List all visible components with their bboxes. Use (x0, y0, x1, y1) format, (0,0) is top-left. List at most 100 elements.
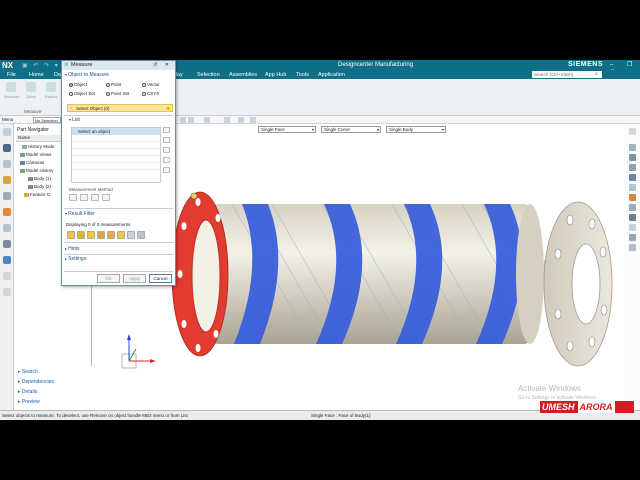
clear-icon[interactable] (163, 167, 170, 173)
menu-assemblies[interactable]: Assemblies (229, 72, 257, 78)
cancel-button[interactable]: Cancel (149, 274, 172, 283)
layers-icon[interactable] (629, 224, 636, 231)
dependencies-panel-link[interactable]: Dependencies (18, 379, 54, 387)
assembly-navigator-icon[interactable] (3, 144, 11, 152)
tree-item[interactable]: Model Views (20, 152, 51, 159)
rotate-icon[interactable] (629, 214, 636, 221)
fit-icon[interactable] (629, 174, 636, 181)
snap-icon[interactable] (238, 117, 244, 123)
arrow-cursor-icon: ↖ (70, 106, 74, 111)
result-filter-header[interactable]: Result Filter (65, 211, 95, 218)
list-header[interactable]: List (69, 117, 80, 124)
display-icon[interactable] (629, 244, 636, 251)
method-icon[interactable] (102, 194, 110, 201)
process-studio-icon[interactable] (3, 256, 11, 264)
search-icon[interactable]: ⌕ (595, 71, 598, 77)
eye-icon[interactable] (629, 234, 636, 241)
tree-item[interactable]: History Mode (22, 144, 55, 151)
plus-icon[interactable]: ✚ (166, 105, 170, 112)
filter-icon[interactable] (67, 231, 75, 239)
filter-icon[interactable] (137, 231, 145, 239)
measure-ribbon-button[interactable]: Measure (4, 82, 20, 108)
clock-icon[interactable] (3, 272, 11, 280)
camera-icon[interactable] (629, 204, 636, 211)
menu-file[interactable]: File (7, 72, 16, 78)
radio-point-set[interactable]: Point Set (106, 91, 129, 97)
remove-icon[interactable] (163, 127, 170, 133)
menu-button[interactable]: Menu (2, 117, 13, 122)
views-icon (20, 152, 25, 157)
system-scene-icon[interactable] (3, 224, 11, 232)
tree-item[interactable]: Body (1) (28, 176, 51, 183)
filter-icon[interactable] (87, 231, 95, 239)
move-down-icon[interactable] (163, 147, 170, 153)
history-icon[interactable] (3, 192, 11, 200)
filter-icon[interactable] (117, 231, 125, 239)
select-object-row[interactable]: ↖ Select Object (0) ✚ (67, 104, 173, 112)
settings-header[interactable]: Settings (65, 256, 86, 263)
method-icon[interactable] (69, 194, 77, 201)
search-panel-link[interactable]: Search (18, 369, 38, 377)
details-panel-link[interactable]: Details (18, 389, 37, 397)
snap-icon[interactable] (250, 117, 256, 123)
move-up-icon[interactable] (163, 137, 170, 143)
tree-item[interactable]: Feature G (24, 192, 50, 199)
shaded-icon[interactable] (629, 164, 636, 171)
filter-icon[interactable] (97, 231, 105, 239)
radio-vector[interactable]: Vector (142, 82, 160, 88)
dialog-controls[interactable]: ↺ ✕ (153, 61, 172, 70)
camera-icon (20, 160, 25, 165)
method-icon[interactable] (80, 194, 88, 201)
body-rule-dropdown[interactable]: Single Body ▾ (386, 126, 446, 133)
filter-icon[interactable] (127, 231, 135, 239)
settings-icon[interactable] (3, 288, 11, 296)
quick-ribbon-button[interactable]: Quick (24, 82, 38, 108)
apply-button[interactable]: Apply (123, 274, 146, 283)
filter-icon[interactable] (77, 231, 85, 239)
radius-ribbon-button[interactable]: Radius (44, 82, 58, 108)
part-navigator-icon[interactable] (3, 128, 11, 136)
filter-icon[interactable] (107, 231, 115, 239)
object-to-measure-header[interactable]: Object to Measure (65, 72, 109, 79)
list-placeholder[interactable]: Select an object (72, 128, 160, 135)
command-search-input[interactable]: Search (Ctrl+Slash) (532, 71, 602, 78)
snap-icon[interactable] (188, 117, 194, 123)
menu-selection[interactable]: Selection (197, 72, 220, 78)
face-rule-dropdown[interactable]: Single Face ▾ (258, 126, 316, 133)
snap-icon[interactable] (224, 117, 230, 123)
dialog-title-bar[interactable]: ⚙ Measure ↺ ✕ (62, 61, 175, 70)
reuse-library-icon[interactable] (3, 176, 11, 184)
tree-item[interactable]: Model History (20, 168, 54, 175)
gear-icon[interactable]: ⚙ (64, 61, 68, 70)
radio-object[interactable]: Object (69, 82, 87, 88)
section-icon[interactable] (629, 194, 636, 201)
menu-home[interactable]: Home (29, 72, 44, 78)
preview-panel-link[interactable]: Preview (18, 399, 40, 407)
snap-icon[interactable] (180, 117, 186, 123)
view-orient-icon[interactable] (629, 144, 636, 151)
ok-button[interactable]: OK (97, 274, 120, 283)
menu-app-hub[interactable]: App Hub (265, 72, 286, 78)
quick-access-icons[interactable]: ▣ ↶ ↷ ▾ (22, 62, 60, 69)
type-filter-dropdown[interactable]: No Selection (33, 117, 61, 123)
snap-icon[interactable] (204, 117, 210, 123)
menu-tools[interactable]: Tools (296, 72, 309, 78)
curve-rule-dropdown[interactable]: Single Curve ▾ (321, 126, 381, 133)
tree-item[interactable]: Body (2) (28, 184, 51, 191)
close-icon[interactable] (629, 128, 636, 135)
menu-data[interactable]: Da (54, 72, 61, 78)
radio-object-set[interactable]: Object Set (69, 91, 95, 97)
measurement-list[interactable]: Select an object (71, 127, 161, 183)
roles-icon[interactable] (3, 208, 11, 216)
constraint-icon[interactable] (3, 160, 11, 168)
hints-header[interactable]: Hints (65, 246, 79, 253)
radio-csys[interactable]: CSYS (142, 91, 159, 97)
zoom-icon[interactable] (629, 184, 636, 191)
reverse-icon[interactable] (163, 157, 170, 163)
method-icon[interactable] (91, 194, 99, 201)
render-style-icon[interactable] (629, 154, 636, 161)
menu-application[interactable]: Application (318, 72, 345, 78)
tree-item[interactable]: Cameras (20, 160, 44, 167)
radio-point[interactable]: Point (106, 82, 121, 88)
web-browser-icon[interactable] (3, 240, 11, 248)
